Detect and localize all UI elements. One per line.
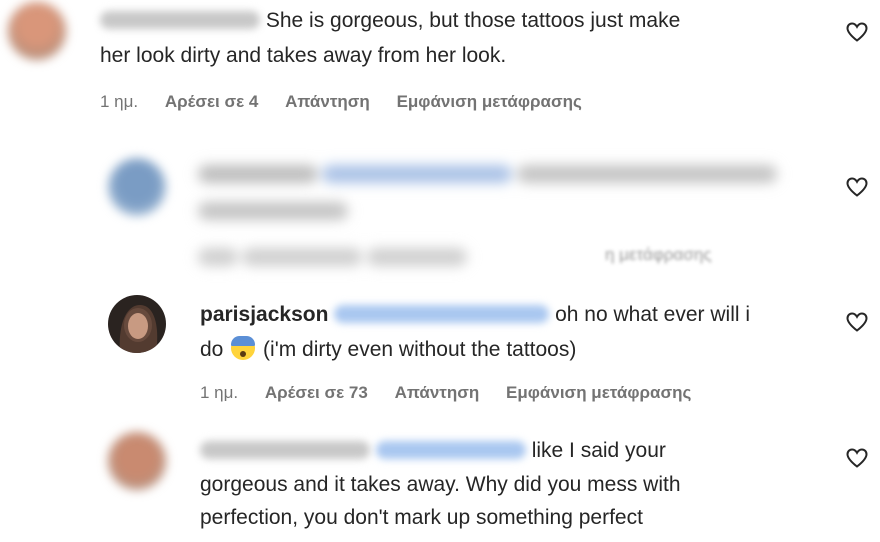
comment-time[interactable]: 1 ημ. (200, 383, 238, 403)
comment-text-line2: her look dirty and takes away from her l… (100, 44, 507, 67)
mention-redacted[interactable] (334, 305, 550, 323)
partially-blurred-translation[interactable]: η μετάφρασης (605, 245, 712, 265)
avatar-blurred[interactable] (108, 432, 166, 490)
heart-outline-icon[interactable] (845, 20, 869, 44)
comment-text-line3: perfection, you don't mark up something … (200, 506, 643, 529)
see-translation-button[interactable]: Εμφάνιση μετάφρασης (397, 92, 582, 112)
blurred-text-line2 (198, 202, 398, 226)
blurred-meta (198, 248, 548, 270)
heart-outline-icon[interactable] (845, 175, 869, 199)
comment-meta: 1 ημ. Αρέσει σε 4 Απάντηση Εμφάνιση μετά… (100, 92, 604, 112)
avatar-blurred[interactable] (108, 158, 166, 216)
see-translation-button[interactable]: Εμφάνιση μετάφρασης (506, 383, 691, 403)
heart-outline-icon[interactable] (845, 310, 869, 334)
mention-redacted[interactable] (375, 441, 526, 459)
avatar[interactable] (108, 295, 166, 353)
username-redacted[interactable] (200, 441, 370, 459)
username[interactable]: parisjackson (200, 303, 328, 326)
like-count[interactable]: Αρέσει σε 4 (165, 92, 258, 112)
reply-button[interactable]: Απάντηση (395, 383, 480, 403)
comment-text: She is gorgeous, but those tattoos just … (265, 9, 681, 32)
comment-time[interactable]: 1 ημ. (100, 92, 138, 112)
reply-button[interactable]: Απάντηση (285, 92, 370, 112)
comment-text-line2-start: do (200, 338, 224, 361)
blurred-text-line1 (198, 165, 798, 193)
comment-meta: 1 ημ. Αρέσει σε 73 Απάντηση Εμφάνιση μετ… (200, 383, 713, 403)
username-redacted[interactable] (100, 11, 260, 29)
comment-text-line2-end: (i'm dirty even without the tattoos) (263, 338, 577, 361)
anxious-face-with-sweat-emoji (231, 336, 256, 360)
avatar-blurred[interactable] (8, 2, 66, 60)
comment-text-line2: gorgeous and it takes away. Why did you … (200, 473, 681, 496)
comment-text: like I said your (531, 439, 666, 462)
heart-outline-icon[interactable] (845, 446, 869, 470)
comment-text: oh no what ever will i (555, 303, 751, 326)
like-count[interactable]: Αρέσει σε 73 (265, 383, 368, 403)
